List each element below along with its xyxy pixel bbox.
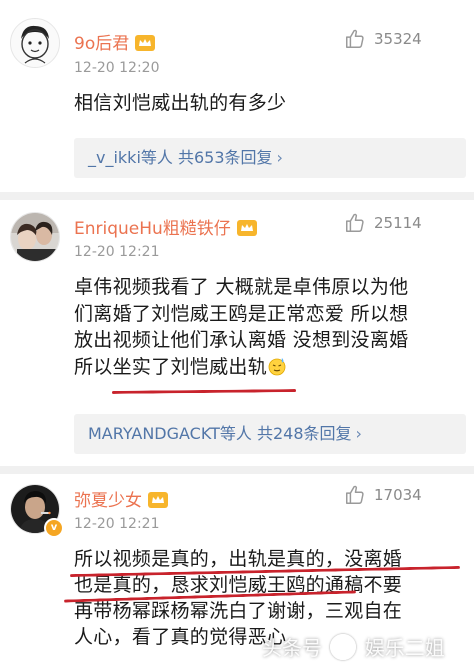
username-text: 弥夏少女 bbox=[74, 491, 142, 511]
thumbs-up-icon bbox=[346, 29, 364, 48]
username[interactable]: EnriqueHu粗糙铁仔 bbox=[74, 214, 257, 239]
vip-crown-icon bbox=[236, 220, 257, 236]
username-text: 9o后君 bbox=[74, 34, 130, 54]
comment-line-text: 所以坐实了刘恺威出轨 bbox=[74, 355, 268, 378]
like-button[interactable]: 17034 bbox=[344, 484, 422, 506]
username[interactable]: 弥夏少女 bbox=[74, 486, 168, 511]
verified-badge-icon: v bbox=[44, 518, 64, 538]
comment-1: 9o后君 12-20 12:20 35324 相信刘恺威出轨的有多少 _v_ik… bbox=[0, 0, 474, 204]
comment-line: 所以坐实了刘恺威出轨 bbox=[74, 354, 466, 381]
thumbs-up-icon bbox=[346, 213, 364, 232]
username[interactable]: 9o后君 bbox=[74, 29, 156, 54]
sweat-emoji-icon bbox=[267, 356, 287, 376]
replies-summary: _v_ikki等人 共653条回复 bbox=[88, 148, 273, 167]
comment-text: 相信刘恺威出轨的有多少 bbox=[74, 90, 466, 116]
timestamp: 12-20 12:21 bbox=[74, 244, 160, 260]
timestamp: 12-20 12:20 bbox=[74, 60, 160, 76]
like-count: 17034 bbox=[374, 486, 422, 504]
timestamp: 12-20 12:21 bbox=[74, 516, 160, 532]
comment-text: 卓伟视频我看了 大概就是卓伟原以为他 们离婚了刘恺威王鸥是正常恋爱 所以想 放出… bbox=[74, 274, 466, 380]
watermark-left: 头条号 bbox=[262, 636, 322, 660]
photo-avatar-image bbox=[11, 213, 59, 261]
username-text: EnriqueHu粗糙铁仔 bbox=[74, 219, 231, 239]
vip-crown-icon bbox=[135, 35, 156, 51]
replies-summary: MARYANDGACKT等人 共248条回复 bbox=[88, 424, 352, 443]
avatar[interactable] bbox=[10, 18, 60, 68]
red-underline-annotation bbox=[111, 389, 297, 394]
replies-link[interactable]: MARYANDGACKT等人 共248条回复 › bbox=[74, 414, 466, 454]
comment-divider bbox=[0, 466, 474, 474]
comment-line: 再带杨幂踩杨幂洗白了谢谢，三观自在 bbox=[74, 600, 403, 622]
watermark: 头条号 娱乐二姐 bbox=[262, 632, 445, 661]
avatar[interactable] bbox=[10, 212, 60, 262]
comment-2: EnriqueHu粗糙铁仔 12-20 12:21 25114 卓伟视频我看了 … bbox=[0, 200, 474, 466]
comment-line: 相信刘恺威出轨的有多少 bbox=[74, 92, 287, 114]
cartoon-face-avatar-image bbox=[11, 19, 59, 67]
comment-line: 卓伟视频我看了 大概就是卓伟原以为他 bbox=[74, 276, 409, 298]
like-count: 25114 bbox=[374, 214, 422, 232]
like-count: 35324 bbox=[374, 30, 422, 48]
watermark-right: 娱乐二姐 bbox=[364, 636, 445, 660]
chevron-right-icon: › bbox=[355, 424, 362, 443]
thumbs-up-icon bbox=[346, 485, 364, 504]
watermark-logo-icon bbox=[330, 634, 357, 660]
chevron-right-icon: › bbox=[276, 148, 283, 167]
comment-divider bbox=[0, 192, 474, 200]
like-button[interactable]: 25114 bbox=[344, 212, 422, 234]
comment-line: 们离婚了刘恺威王鸥是正常恋爱 所以想 bbox=[74, 302, 409, 325]
vip-crown-icon bbox=[148, 492, 168, 508]
like-button[interactable]: 35324 bbox=[344, 28, 422, 50]
replies-link[interactable]: _v_ikki等人 共653条回复 › bbox=[74, 138, 466, 178]
comment-line: 放出视频让他们承认离婚 没想到没离婚 bbox=[74, 329, 409, 351]
